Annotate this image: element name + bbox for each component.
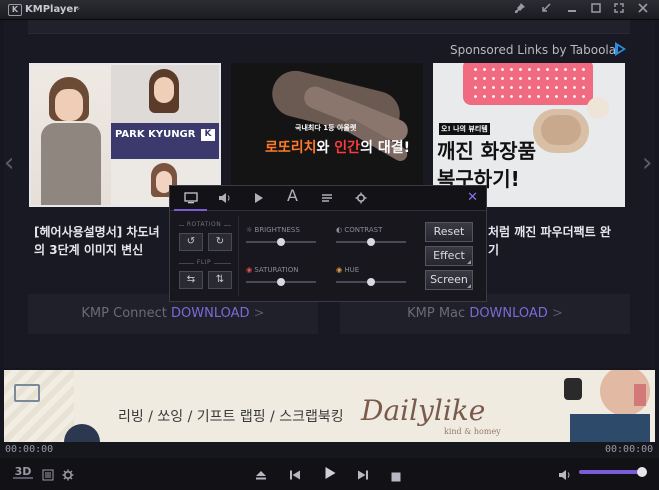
card-1-caption-line2[interactable]: 의 3단계 이미지 변신 bbox=[34, 241, 143, 259]
close-window-icon[interactable] bbox=[635, 2, 651, 18]
card-1-overlay-title: PARK KYUNGR bbox=[115, 129, 196, 140]
sponsored-label[interactable]: Sponsored Links by Taboola bbox=[450, 43, 616, 57]
time-elapsed: 00:00:00 bbox=[5, 444, 54, 455]
banner-brand: Dailylike bbox=[361, 394, 486, 427]
volume-fill bbox=[579, 470, 642, 474]
content-top-strip bbox=[28, 20, 630, 34]
tab-audio-icon[interactable] bbox=[208, 186, 241, 211]
volume-slider[interactable] bbox=[579, 467, 647, 477]
taboola-logo-icon[interactable] bbox=[615, 42, 626, 56]
contrast-knob[interactable] bbox=[367, 238, 375, 246]
play-icon[interactable] bbox=[323, 465, 337, 484]
pin-icon[interactable] bbox=[512, 2, 528, 18]
prev-arrow-icon[interactable]: ‹ bbox=[4, 148, 14, 178]
brightness-knob[interactable] bbox=[277, 238, 285, 246]
rotation-label: ROTATION bbox=[186, 221, 222, 228]
card-3-caption-line1[interactable]: 처럼 깨진 파우더팩트 완 bbox=[488, 223, 611, 241]
saturation-knob[interactable] bbox=[277, 278, 285, 286]
fullscreen-icon[interactable] bbox=[611, 2, 627, 18]
3d-mode-button[interactable]: 3D bbox=[13, 465, 33, 479]
app-title: KMPlayer bbox=[25, 4, 79, 15]
playlist-icon[interactable] bbox=[42, 466, 54, 485]
rotate-left-button[interactable]: ↺ bbox=[179, 233, 203, 251]
banner-text: 리빙 / 쏘잉 / 기프트 랩핑 / 스크랩북킹 bbox=[118, 409, 344, 425]
hue-knob[interactable] bbox=[367, 278, 375, 286]
title-menu-chevron-icon[interactable]: ⌄ bbox=[74, 3, 82, 13]
next-arrow-icon[interactable]: › bbox=[642, 148, 652, 178]
video-settings-panel: A ✕ ROTATION ↺ ↻ FLIP ⇆ ⇅ ☼ BRIGHTNESS ◐… bbox=[169, 185, 487, 302]
card-3-caption-line2[interactable]: 기 bbox=[488, 241, 499, 259]
contrast-label: ◐ CONTRAST bbox=[336, 226, 383, 234]
banner-tagline: kind & homey bbox=[444, 427, 501, 436]
tab-subtitle-icon[interactable]: A bbox=[276, 186, 309, 211]
volume-speaker-icon[interactable] bbox=[558, 466, 572, 485]
kmplayer-window: K KMPlayer ⌄ Sponsored Links by Taboola … bbox=[0, 0, 659, 490]
tab-playlist-icon[interactable] bbox=[310, 186, 343, 211]
flip-horizontal-button[interactable]: ⇆ bbox=[179, 271, 203, 289]
hue-slider[interactable] bbox=[336, 278, 406, 286]
volume-knob[interactable] bbox=[636, 467, 647, 477]
card-1-caption-line1[interactable]: [헤어사용설명서] 차도녀 bbox=[34, 223, 160, 241]
mini-mode-icon[interactable] bbox=[538, 2, 554, 18]
next-icon[interactable] bbox=[357, 466, 369, 485]
reset-button[interactable]: Reset bbox=[425, 222, 473, 242]
card-2-overlay-line2: 로또리치와 인간의 대결! bbox=[265, 140, 410, 156]
saturation-slider[interactable] bbox=[246, 278, 316, 286]
flip-vertical-button[interactable]: ⇅ bbox=[208, 271, 232, 289]
panel-tabs: A ✕ bbox=[170, 186, 486, 211]
saturation-label: ◉ SATURATION bbox=[246, 266, 299, 274]
tab-playback-icon[interactable] bbox=[242, 186, 275, 211]
minimize-icon[interactable] bbox=[564, 2, 580, 18]
banner-ad[interactable]: 리빙 / 쏘잉 / 기프트 랩핑 / 스크랩북킹 Dailylike kind … bbox=[4, 370, 655, 442]
tab-settings-gear-icon[interactable] bbox=[344, 186, 377, 211]
stop-icon[interactable] bbox=[391, 467, 401, 486]
settings-gear-icon[interactable] bbox=[62, 466, 74, 485]
seek-row[interactable]: 00:00:00 00:00:00 bbox=[0, 442, 659, 458]
panel-close-icon[interactable]: ✕ bbox=[467, 190, 478, 205]
title-bar[interactable]: K KMPlayer ⌄ bbox=[0, 0, 659, 20]
card-3-overlay-small: 오! 나의 뷰티템 bbox=[439, 123, 490, 135]
brightness-slider[interactable] bbox=[246, 238, 316, 246]
rotate-right-button[interactable]: ↻ bbox=[208, 233, 232, 251]
card-2-overlay-line1: 국내최다 1등 아울렛 bbox=[295, 124, 357, 132]
maximize-icon[interactable] bbox=[588, 2, 604, 18]
previous-icon[interactable] bbox=[289, 466, 301, 485]
time-total: 00:00:00 bbox=[605, 444, 654, 455]
hue-label: ◉ HUE bbox=[336, 266, 360, 274]
kmp-logo-icon: K bbox=[8, 4, 22, 16]
card-3-overlay-line1: 깨진 화장품 bbox=[437, 139, 536, 163]
contrast-slider[interactable] bbox=[336, 238, 406, 246]
effect-button[interactable]: Effect bbox=[425, 246, 473, 266]
card-1-overlay-tag: K bbox=[201, 129, 215, 141]
eject-icon[interactable] bbox=[255, 466, 267, 485]
screen-button[interactable]: Screen bbox=[425, 270, 473, 290]
brightness-label: ☼ BRIGHTNESS bbox=[246, 226, 300, 234]
tab-screen-icon[interactable] bbox=[174, 186, 207, 211]
